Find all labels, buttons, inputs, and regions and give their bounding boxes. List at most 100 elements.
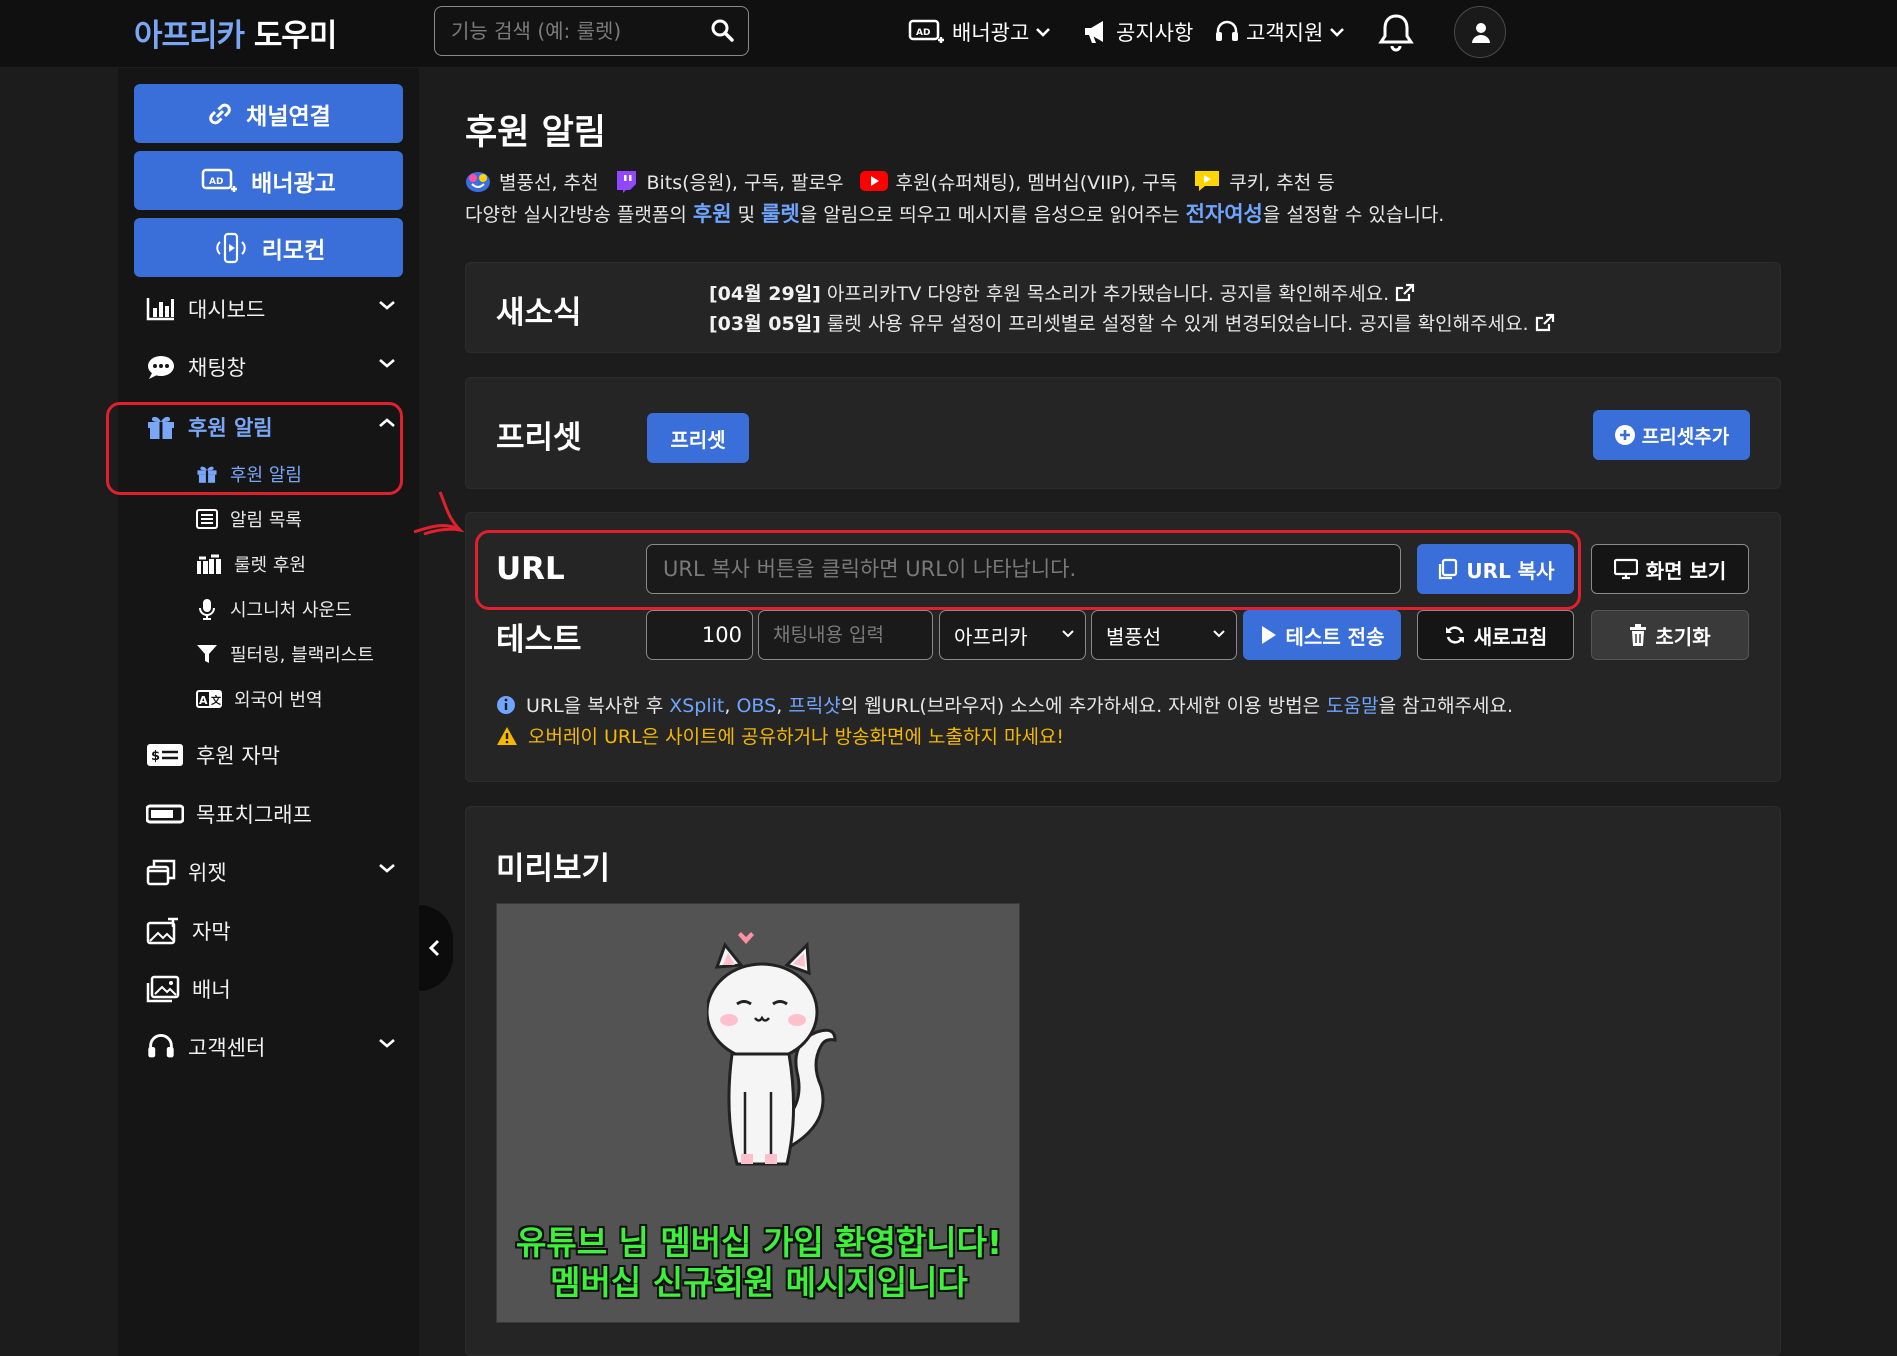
search-input[interactable] (435, 7, 705, 55)
preset-card: 프리셋 프리셋 프리셋추가 (465, 377, 1781, 489)
news-text: 아프리카TV 다양한 후원 목소리가 추가됐습니다. 공지를 확인해주세요. (826, 283, 1390, 305)
sidebar-item-widget-label: 위젯 (188, 861, 227, 885)
sidebar-item-customer-center[interactable]: 고객센터 (146, 1027, 396, 1067)
sidebar-item-subtitle-label: 자막 (192, 920, 231, 944)
image-text-icon (146, 917, 180, 945)
info-text-2: 의 웹URL(브라우저) 소스에 추가하세요. 자세한 이용 방법은 (840, 695, 1327, 717)
bell-icon[interactable] (1378, 12, 1414, 52)
test-send-button[interactable]: 테스트 전송 (1243, 610, 1401, 660)
sidebar-sub-translation[interactable]: A文 외국어 번역 (196, 682, 416, 716)
desc-text-4: 을 설정할 수 있습니다. (1262, 204, 1445, 226)
sidebar-sub-signature-sound[interactable]: 시그니처 사운드 (196, 592, 416, 626)
platform-twitch-text: Bits(응원), 구독, 팔로우 (646, 171, 844, 194)
filter-icon (196, 643, 218, 665)
sidebar-item-widget[interactable]: 위젯 (146, 852, 396, 892)
add-preset-button[interactable]: 프리셋추가 (1593, 410, 1750, 460)
remote-icon (212, 232, 250, 264)
app-logo[interactable]: 아프리카 도우미 (134, 10, 337, 55)
screen-view-button[interactable]: 화면 보기 (1591, 544, 1749, 594)
test-send-label: 테스트 전송 (1285, 624, 1385, 649)
info-icon (496, 695, 516, 715)
news-item[interactable]: [03월 05일] 룰렛 사용 유무 설정이 프리셋별로 설정할 수 있게 변경… (709, 309, 1555, 336)
sidebar-item-banner[interactable]: 배너 (146, 969, 396, 1009)
sidebar-item-customer-center-label: 고객센터 (188, 1036, 266, 1060)
ad-icon: AD (908, 18, 946, 46)
afreeca-icon (465, 169, 491, 193)
headset-icon (146, 1032, 176, 1062)
preview-canvas: 유튜브 님 멤버십 가입 환영합니다! 멤버십 신규회원 메시지입니다 (496, 903, 1020, 1323)
desc-text-3: 을 알림으로 띄우고 메시지를 음성으로 읽어주는 (799, 204, 1186, 226)
desc-highlight-voice: 전자여성 (1185, 202, 1263, 226)
preview-message-line-2: 멤버십 신규회원 메시지입니다 (550, 1263, 968, 1302)
chat-bubble-icon (146, 354, 176, 380)
sidebar-item-chat[interactable]: 채팅창 (146, 347, 396, 387)
ad-icon: AD (201, 167, 239, 195)
sidebar-collapse-button[interactable] (419, 905, 453, 991)
preset-title: 프리셋 (496, 420, 582, 456)
platform-select[interactable]: 아프리카 (939, 610, 1086, 660)
sidebar-item-subtitle[interactable]: 자막 (146, 911, 396, 951)
amount-field[interactable]: 100 (646, 610, 753, 660)
svg-text:A: A (199, 694, 208, 707)
info-separator: , (724, 695, 737, 717)
channel-connect-button[interactable]: 채널연결 (134, 84, 403, 143)
sidebar-sub-roulette-donation-label: 룰렛 후원 (234, 555, 306, 576)
banner-ad-button[interactable]: AD 배너광고 (134, 151, 403, 210)
sidebar: 채널연결 AD 배너광고 리모컨 대시보드 채팅창 후원 알림 후원 알림 알림… (118, 68, 419, 1356)
news-card: 새소식 [04월 29일] 아프리카TV 다양한 후원 목소리가 추가됐습니다.… (465, 262, 1781, 353)
external-link-icon[interactable] (1535, 313, 1555, 333)
news-item[interactable]: [04월 29일] 아프리카TV 다양한 후원 목소리가 추가됐습니다. 공지를… (709, 279, 1415, 306)
help-link[interactable]: 도움말 (1326, 695, 1378, 717)
svg-text:$: $ (151, 749, 160, 764)
nav-notice-label: 공지사항 (1116, 21, 1194, 45)
news-title: 새소식 (496, 295, 582, 331)
dollar-text-icon: $ (146, 742, 184, 768)
nav-notice[interactable]: 공지사항 (1082, 12, 1193, 52)
plus-circle-icon (1614, 424, 1636, 446)
chevron-down-icon (378, 299, 396, 311)
desc-text-1: 다양한 실시간방송 플랫폼의 (465, 204, 693, 226)
twitch-icon (614, 169, 638, 193)
avatar[interactable] (1454, 6, 1506, 58)
preset-tab[interactable]: 프리셋 (647, 413, 749, 463)
prism-link[interactable]: 프릭샷 (788, 695, 840, 717)
chevron-down-icon (1061, 629, 1075, 639)
obs-link[interactable]: OBS (736, 695, 776, 717)
reset-button[interactable]: 초기화 (1591, 610, 1749, 660)
sidebar-item-donation-subtitle-label: 후원 자막 (196, 744, 280, 768)
search-icon[interactable] (710, 18, 734, 42)
platform-kakao-text: 쿠키, 추천 등 (1229, 171, 1335, 194)
warning-text: 오버레이 URL은 사이트에 공유하거나 방송화면에 노출하지 마세요! (528, 726, 1065, 748)
sidebar-sub-alert-list[interactable]: 알림 목록 (196, 502, 416, 536)
platform-afreeca-text: 별풍선, 추천 (499, 171, 599, 194)
sidebar-sub-filtering[interactable]: 필터링, 블랙리스트 (196, 637, 416, 671)
trash-icon (1629, 624, 1647, 646)
desc-text-2: 및 (731, 204, 762, 226)
sidebar-item-dashboard[interactable]: 대시보드 (146, 289, 396, 329)
banner-ad-label: 배너광고 (251, 170, 336, 197)
sidebar-item-goal-graph[interactable]: 목표치그래프 (146, 794, 396, 834)
nav-banner-ad[interactable]: AD 배너광고 (908, 12, 1051, 52)
info-separator: , (776, 695, 789, 717)
logo-part-1: 아프리카 (134, 18, 245, 54)
xsplit-link[interactable]: XSplit (669, 695, 724, 717)
sidebar-item-donation-subtitle[interactable]: $ 후원 자막 (146, 735, 396, 775)
info-text-3: 을 참고해주세요. (1378, 695, 1514, 717)
refresh-icon (1444, 624, 1466, 646)
remote-button[interactable]: 리모컨 (134, 218, 403, 277)
chat-input-field[interactable] (758, 610, 933, 660)
chevron-down-icon (378, 1037, 396, 1049)
channel-connect-label: 채널연결 (246, 103, 331, 130)
chat-content-input[interactable] (759, 611, 932, 659)
screen-view-label: 화면 보기 (1645, 558, 1727, 583)
sidebar-sub-filtering-label: 필터링, 블랙리스트 (230, 645, 374, 666)
refresh-button[interactable]: 새로고침 (1417, 610, 1574, 660)
sidebar-item-dashboard-label: 대시보드 (188, 298, 266, 322)
microphone-icon (196, 598, 218, 620)
sidebar-sub-translation-label: 외국어 번역 (234, 690, 323, 711)
external-link-icon[interactable] (1395, 283, 1415, 303)
warning-icon (496, 726, 518, 746)
type-select[interactable]: 별풍선 (1091, 610, 1237, 660)
nav-support[interactable]: 고객지원 (1214, 12, 1345, 52)
sidebar-sub-roulette-donation[interactable]: 룰렛 후원 (196, 547, 416, 581)
